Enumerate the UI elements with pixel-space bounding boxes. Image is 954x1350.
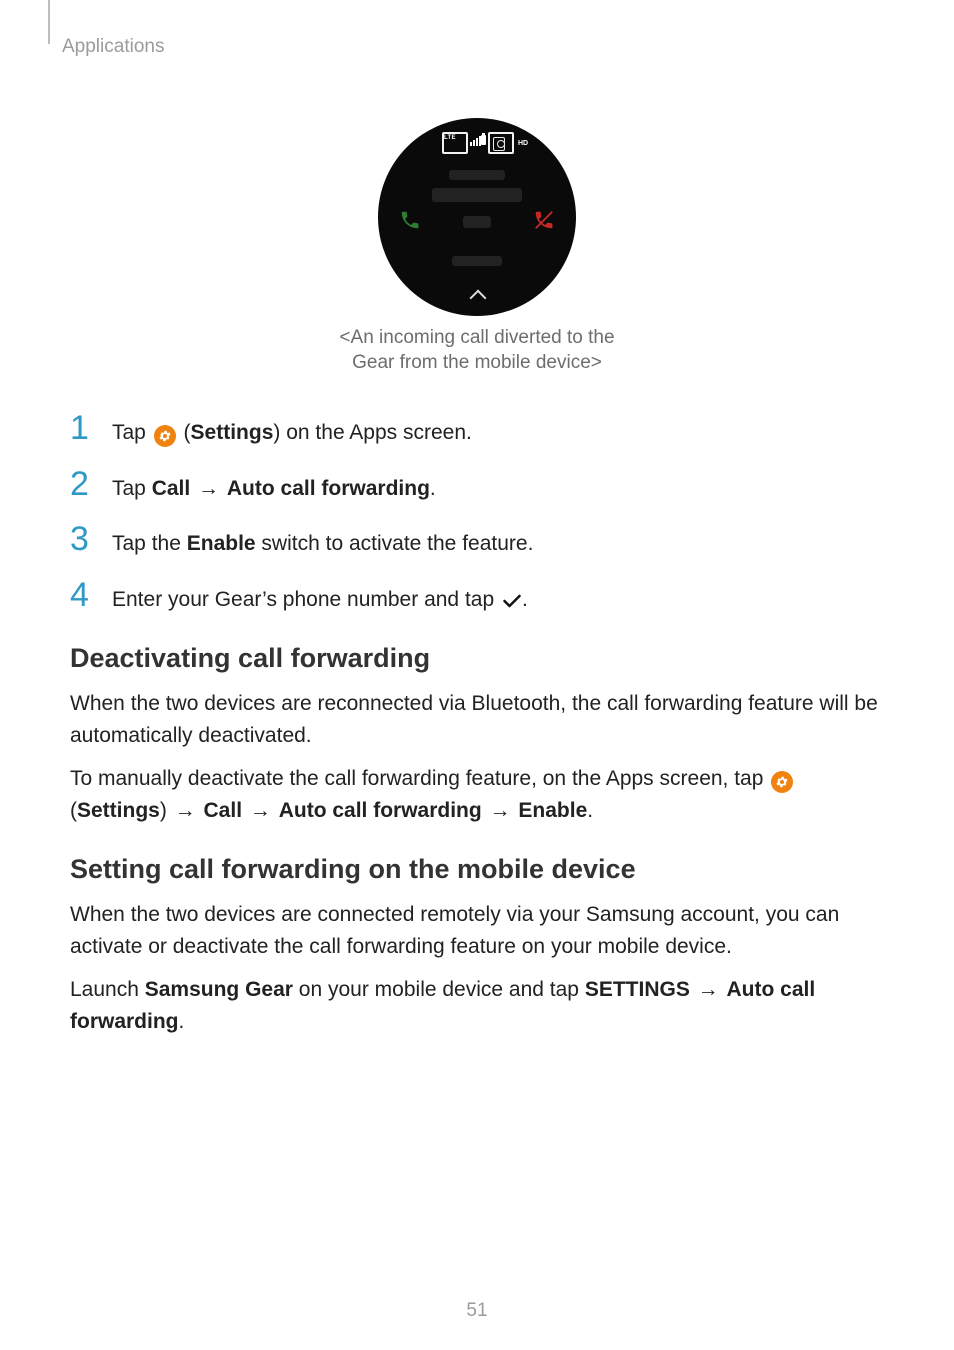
hd-label: HD bbox=[518, 140, 528, 147]
step-body: Enter your Gear’s phone number and tap . bbox=[112, 578, 528, 616]
step-text: Enter your Gear’s phone number and tap bbox=[112, 588, 500, 611]
text: . bbox=[179, 1010, 185, 1033]
text: . bbox=[587, 799, 593, 822]
text: on your mobile device and tap bbox=[293, 978, 585, 1001]
section-header: Applications bbox=[62, 36, 884, 58]
bold: Samsung Gear bbox=[145, 978, 293, 1001]
text: (Settings) bbox=[70, 799, 167, 822]
lte-label: LTE bbox=[444, 135, 456, 141]
step-1: 1 Tap (Settings) on the Apps screen. bbox=[70, 411, 884, 449]
bold: Auto call forwarding bbox=[279, 799, 482, 822]
step-2: 2 Tap Call → Auto call forwarding. bbox=[70, 467, 884, 505]
step-text: Tap the bbox=[112, 532, 187, 555]
step-body: Tap the Enable switch to activate the fe… bbox=[112, 522, 533, 560]
caller-line-1 bbox=[449, 170, 505, 180]
bold: Enable bbox=[518, 799, 587, 822]
decline-call-button[interactable] bbox=[522, 198, 566, 242]
page-number: 51 bbox=[0, 1300, 954, 1322]
step-3: 3 Tap the Enable switch to activate the … bbox=[70, 522, 884, 560]
phone-accept-icon bbox=[399, 209, 421, 231]
heading-deactivating: Deactivating call forwarding bbox=[70, 643, 884, 674]
figure-incoming-call: LTE HD <An incoming call diverted t bbox=[70, 118, 884, 375]
accept-call-button[interactable] bbox=[388, 198, 432, 242]
caller-line-3 bbox=[463, 216, 491, 228]
settings-icon bbox=[771, 771, 793, 793]
step-text: Tap bbox=[112, 421, 152, 444]
chevron-up-icon bbox=[468, 290, 486, 300]
step-bold: Auto call forwarding bbox=[227, 477, 430, 500]
step-text: . bbox=[522, 588, 528, 611]
step-text: . bbox=[430, 477, 436, 500]
arrow-icon: → bbox=[692, 978, 725, 1001]
caller-line-4 bbox=[452, 256, 502, 266]
step-number: 4 bbox=[70, 578, 94, 612]
caption-line-2: Gear from the mobile device> bbox=[352, 352, 602, 373]
battery-icon bbox=[481, 135, 486, 145]
text: To manually deactivate the call forwardi… bbox=[70, 767, 769, 790]
caption-line-1: <An incoming call diverted to the bbox=[339, 327, 614, 348]
step-bold: Call bbox=[152, 477, 191, 500]
watch-face: LTE HD bbox=[378, 118, 576, 316]
caller-line-2 bbox=[432, 188, 522, 202]
step-body: Tap Call → Auto call forwarding. bbox=[112, 467, 436, 505]
arrow-icon: → bbox=[244, 799, 277, 822]
step-number: 1 bbox=[70, 411, 94, 445]
step-text: switch to activate the feature. bbox=[256, 532, 534, 555]
header-divider bbox=[48, 0, 50, 44]
step-4: 4 Enter your Gear’s phone number and tap… bbox=[70, 578, 884, 616]
signal-icon bbox=[470, 136, 481, 146]
step-text: Tap bbox=[112, 477, 152, 500]
step-bold: Enable bbox=[187, 532, 256, 555]
paragraph: To manually deactivate the call forwardi… bbox=[70, 763, 884, 826]
paragraph: When the two devices are reconnected via… bbox=[70, 688, 884, 751]
paragraph: When the two devices are connected remot… bbox=[70, 899, 884, 962]
arrow-icon: → bbox=[169, 799, 202, 822]
device-forward-icon bbox=[493, 137, 505, 151]
arrow-icon: → bbox=[484, 799, 517, 822]
arrow-icon: → bbox=[192, 477, 225, 500]
paragraph: Launch Samsung Gear on your mobile devic… bbox=[70, 974, 884, 1037]
step-number: 3 bbox=[70, 522, 94, 556]
bold: SETTINGS bbox=[585, 978, 690, 1001]
steps-list: 1 Tap (Settings) on the Apps screen. 2 T… bbox=[70, 411, 884, 615]
figure-caption: <An incoming call diverted to the Gear f… bbox=[70, 326, 884, 375]
step-body: Tap (Settings) on the Apps screen. bbox=[112, 411, 472, 449]
phone-decline-icon bbox=[533, 209, 555, 231]
step-text: (Settings) bbox=[184, 421, 281, 444]
checkmark-icon bbox=[502, 586, 522, 600]
text: Launch bbox=[70, 978, 145, 1001]
heading-mobile: Setting call forwarding on the mobile de… bbox=[70, 854, 884, 885]
bold: Call bbox=[204, 799, 243, 822]
step-number: 2 bbox=[70, 467, 94, 501]
settings-icon bbox=[154, 425, 176, 447]
step-text: on the Apps screen. bbox=[286, 421, 472, 444]
